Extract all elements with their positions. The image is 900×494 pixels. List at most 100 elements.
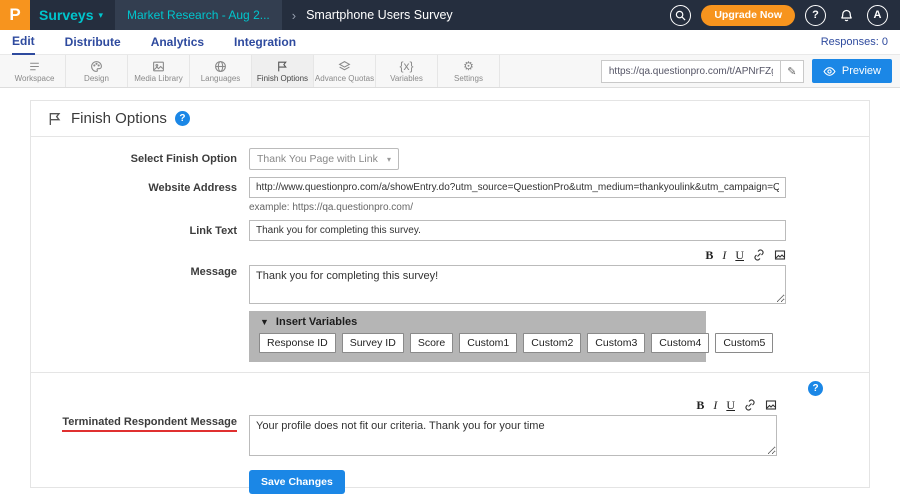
message-editor-toolbar: B I U — [249, 248, 786, 262]
toolbar-item-workspace[interactable]: Workspace — [4, 55, 66, 87]
insert-variables-panel: ▼ Insert Variables Response ID Survey ID… — [249, 311, 706, 362]
underline-button[interactable]: U — [726, 399, 735, 411]
italic-button[interactable]: I — [722, 249, 726, 261]
finish-flag-icon — [47, 111, 63, 127]
link-button[interactable] — [753, 249, 765, 261]
topbar-actions: Upgrade Now ? A — [670, 5, 900, 26]
variable-survey-id-button[interactable]: Survey ID — [342, 333, 404, 353]
help-button[interactable]: ? — [805, 5, 826, 26]
toolbar-right: ✎ Preview — [601, 55, 900, 87]
finish-option-select[interactable]: Thank You Page with Link ▾ — [249, 148, 399, 170]
terminated-textarea[interactable]: Your profile does not fit our criteria. … — [249, 415, 777, 456]
quotas-layers-icon — [338, 60, 351, 73]
search-button[interactable] — [670, 5, 691, 26]
eye-icon — [823, 65, 836, 78]
notifications-button[interactable] — [836, 5, 857, 26]
image-button[interactable] — [765, 399, 777, 411]
breadcrumb-parent[interactable]: Market Research - Aug 2... — [115, 0, 282, 30]
top-bar: P Surveys ▾ Market Research - Aug 2... ›… — [0, 0, 900, 30]
tab-distribute[interactable]: Distribute — [65, 30, 121, 55]
toolbar-item-label: Languages — [201, 74, 241, 83]
variable-custom5-button[interactable]: Custom5 — [715, 333, 773, 353]
variable-custom2-button[interactable]: Custom2 — [523, 333, 581, 353]
website-address-row: Website Address example: https://qa.ques… — [31, 177, 869, 213]
terminated-editor: B I U Your profile does not fit our crit… — [249, 398, 777, 461]
tab-integration[interactable]: Integration — [234, 30, 296, 55]
upgrade-now-button[interactable]: Upgrade Now — [701, 5, 795, 26]
breadcrumb-parent-label: Market Research - Aug 2... — [127, 8, 270, 22]
caret-down-icon: ▼ — [260, 317, 269, 327]
responses-count[interactable]: Responses: 0 — [821, 36, 888, 48]
spacer — [31, 470, 249, 494]
variable-score-button[interactable]: Score — [410, 333, 453, 353]
finish-options-panel: Finish Options ? Select Finish Option Th… — [30, 100, 870, 488]
bell-icon — [839, 8, 854, 23]
toolbar-item-finish-options[interactable]: Finish Options — [252, 55, 314, 87]
preview-label: Preview — [842, 65, 881, 77]
website-address-input[interactable] — [249, 177, 786, 198]
design-palette-icon — [90, 60, 103, 73]
variable-custom4-button[interactable]: Custom4 — [651, 333, 709, 353]
finish-option-row: Select Finish Option Thank You Page with… — [31, 148, 869, 170]
survey-url-input[interactable] — [602, 66, 780, 77]
finish-options-help-button[interactable]: ? — [175, 111, 190, 126]
toolbar-item-label: Workspace — [15, 74, 55, 83]
product-caret-icon[interactable]: ▾ — [98, 10, 103, 21]
toolbar-item-variables[interactable]: {x} Variables — [376, 55, 438, 87]
message-label: Message — [31, 248, 249, 362]
toolbar-item-languages[interactable]: Languages — [190, 55, 252, 87]
bold-button[interactable]: B — [705, 249, 713, 261]
finish-options-form: Select Finish Option Thank You Page with… — [31, 137, 869, 494]
image-button[interactable] — [774, 249, 786, 261]
pencil-icon: ✎ — [787, 65, 796, 78]
toolbar-item-advance-quotas[interactable]: Advance Quotas — [314, 55, 376, 87]
breadcrumb-current: Smartphone Users Survey — [306, 8, 453, 22]
toolbar-item-design[interactable]: Design — [66, 55, 128, 87]
insert-variables-label: Insert Variables — [276, 316, 357, 328]
tab-analytics[interactable]: Analytics — [151, 30, 204, 55]
panel-header: Finish Options ? — [31, 101, 869, 136]
edit-toolbar: Workspace Design Media Library Languages… — [0, 55, 900, 88]
website-address-field-wrap: example: https://qa.questionpro.com/ — [249, 177, 786, 213]
toolbar-item-label: Variables — [390, 74, 423, 83]
save-row: Save Changes — [31, 470, 869, 494]
toolbar-item-media-library[interactable]: Media Library — [128, 55, 190, 87]
terminated-help-button[interactable]: ? — [808, 381, 823, 396]
website-address-example: example: https://qa.questionpro.com/ — [249, 202, 786, 213]
insert-variables-buttons: Response ID Survey ID Score Custom1 Cust… — [249, 332, 706, 362]
toolbar-item-label: Design — [84, 74, 109, 83]
gear-icon: ⚙ — [463, 60, 474, 73]
edit-url-button[interactable]: ✎ — [780, 61, 803, 82]
survey-url-box: ✎ — [601, 60, 804, 83]
insert-variables-toggle[interactable]: ▼ Insert Variables — [249, 311, 706, 332]
variable-response-id-button[interactable]: Response ID — [259, 333, 336, 353]
finish-flag-icon — [276, 60, 289, 73]
variable-custom1-button[interactable]: Custom1 — [459, 333, 517, 353]
link-text-input[interactable] — [249, 220, 786, 241]
message-textarea[interactable]: Thank you for completing this survey! — [249, 265, 786, 304]
search-icon — [675, 10, 686, 21]
link-button[interactable] — [744, 399, 756, 411]
questionpro-logo[interactable]: P — [0, 0, 30, 30]
product-switcher[interactable]: Surveys — [39, 7, 93, 23]
terminated-row: Terminated Respondent Message B I U Your… — [31, 398, 869, 461]
variable-custom3-button[interactable]: Custom3 — [587, 333, 645, 353]
italic-button[interactable]: I — [713, 399, 717, 411]
toolbar-item-label: Advance Quotas — [315, 74, 374, 83]
bold-button[interactable]: B — [696, 399, 704, 411]
link-text-row: Link Text — [31, 220, 869, 241]
terminated-label: Terminated Respondent Message — [31, 398, 249, 461]
toolbar-item-label: Media Library — [134, 74, 182, 83]
languages-globe-icon — [214, 60, 227, 73]
terminated-help-row: ? — [31, 373, 869, 396]
tab-edit[interactable]: Edit — [12, 30, 35, 55]
media-library-icon — [152, 60, 165, 73]
link-text-label: Link Text — [31, 220, 249, 241]
preview-button[interactable]: Preview — [812, 59, 892, 83]
avatar[interactable]: A — [867, 5, 888, 26]
toolbar-item-settings[interactable]: ⚙ Settings — [438, 55, 500, 87]
underline-button[interactable]: U — [735, 249, 744, 261]
terminated-editor-toolbar: B I U — [249, 398, 777, 412]
save-changes-button[interactable]: Save Changes — [249, 470, 345, 494]
message-editor: B I U Thank you for completing this surv… — [249, 248, 786, 362]
